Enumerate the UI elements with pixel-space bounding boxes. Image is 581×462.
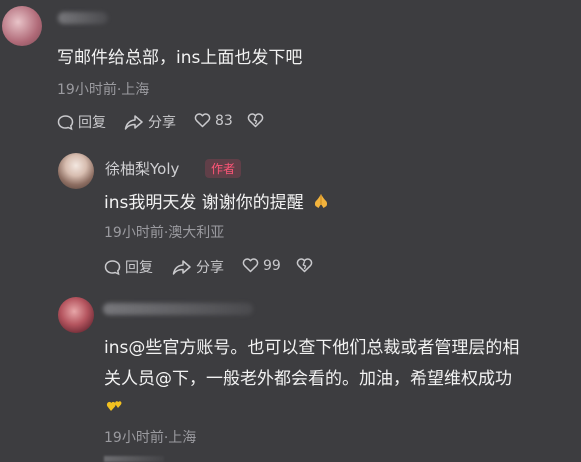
reply-label: 回复	[125, 260, 153, 276]
username-blurred[interactable]	[103, 303, 253, 315]
username-blurred[interactable]	[58, 12, 108, 24]
praying-hands-icon	[315, 194, 328, 208]
like-button[interactable]: 99	[242, 257, 281, 274]
like-count: 83	[215, 112, 233, 129]
comment-meta: 19小时前·上海	[57, 82, 150, 98]
reply-label: 回复	[78, 115, 106, 131]
comment-bubble-icon	[57, 114, 74, 130]
comment-meta: 19小时前·上海	[104, 430, 197, 446]
comment-text: ins我明天发 谢谢你的提醒	[104, 189, 330, 218]
share-button[interactable]: 分享	[172, 257, 224, 277]
author-avatar[interactable]	[58, 153, 94, 189]
avatar[interactable]	[2, 6, 42, 46]
author-name[interactable]: 徐柚梨Yoly	[105, 158, 179, 179]
like-button[interactable]: 83	[194, 112, 233, 129]
next-comment-fragment	[104, 456, 164, 462]
broken-heart-icon	[296, 258, 313, 273]
share-label: 分享	[148, 115, 176, 131]
comment-meta: 19小时前·澳大利亚	[104, 225, 225, 241]
share-icon	[172, 259, 191, 275]
comment-bubble-icon	[104, 259, 121, 275]
share-label: 分享	[196, 260, 224, 276]
dislike-button[interactable]	[247, 112, 264, 129]
heart-icon	[242, 258, 259, 273]
reply-button[interactable]: 回复	[104, 257, 153, 277]
author-badge: 作者	[205, 159, 242, 178]
comment-text-content: ins我明天发 谢谢你的提醒	[104, 193, 304, 213]
hearts-emoji-icon	[106, 397, 124, 417]
comment-text-line-1: ins@些官方账号。也可以查下他们总裁或者管理层的相	[104, 338, 520, 358]
comment-text-line-2: 关人员@下，一般老外都会看的。加油，希望维权成功	[104, 369, 512, 389]
share-icon	[124, 114, 143, 130]
broken-heart-icon	[247, 113, 264, 128]
heart-icon	[194, 113, 211, 128]
share-button[interactable]: 分享	[124, 112, 176, 132]
reply-button[interactable]: 回复	[57, 112, 106, 132]
avatar[interactable]	[58, 297, 94, 333]
comment-text: 写邮件给总部，ins上面也发下吧	[57, 48, 303, 68]
dislike-button[interactable]	[296, 257, 313, 274]
like-count: 99	[263, 257, 281, 274]
